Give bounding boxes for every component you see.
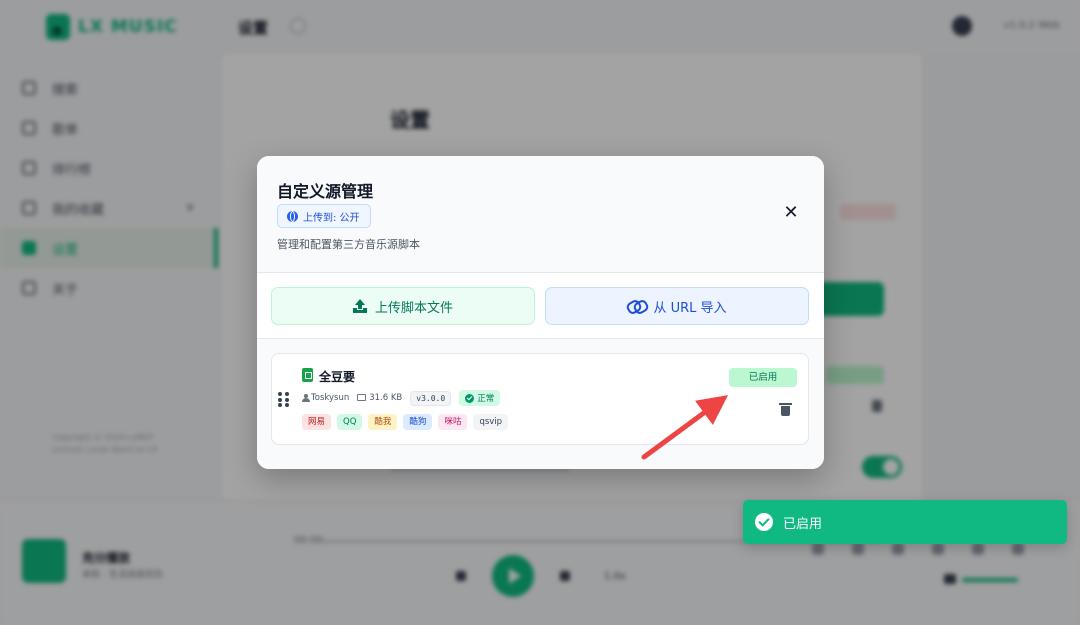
upload-icon bbox=[352, 299, 367, 313]
platform-tag: 酷我 bbox=[368, 414, 398, 430]
upload-script-button[interactable]: 上传脚本文件 bbox=[271, 287, 535, 325]
close-icon[interactable]: ✕ bbox=[782, 204, 800, 222]
size-text: 31.6 KB bbox=[369, 393, 403, 403]
upload-target-badge[interactable]: 上传到: 公开 bbox=[277, 204, 371, 228]
script-file-icon bbox=[302, 368, 313, 382]
check-circle-icon bbox=[465, 393, 475, 403]
toast-message: 已启用 bbox=[783, 516, 823, 532]
import-url-button[interactable]: 从 URL 导入 bbox=[545, 287, 809, 325]
author-text: Toskysun bbox=[311, 393, 350, 403]
link-icon bbox=[627, 300, 645, 312]
platform-tags: 网易 QQ 酷我 酷狗 咪咕 qsvip bbox=[302, 414, 509, 430]
import-actions: 上传脚本文件 从 URL 导入 bbox=[257, 273, 824, 339]
import-url-label: 从 URL 导入 bbox=[653, 300, 727, 316]
success-toast: 已启用 bbox=[743, 500, 1067, 544]
source-size: 31.6 KB bbox=[357, 393, 402, 403]
platform-tag: 网易 bbox=[302, 414, 332, 430]
drag-handle-icon[interactable] bbox=[278, 392, 290, 408]
status-text: 正常 bbox=[477, 394, 495, 404]
annotation-arrow bbox=[641, 395, 729, 460]
version-badge: v3.0.0 bbox=[410, 390, 452, 406]
upload-script-label: 上传脚本文件 bbox=[374, 300, 453, 316]
dialog-title: 自定义源管理 bbox=[277, 182, 374, 201]
source-meta: Toskysun 31.6 KB v3.0.0 正常 bbox=[302, 390, 501, 406]
platform-tag: 咪咕 bbox=[438, 414, 468, 430]
dialog-description: 管理和配置第三方音乐源脚本 bbox=[277, 238, 420, 251]
platform-tag: qsvip bbox=[473, 414, 509, 430]
check-circle-icon bbox=[755, 513, 773, 531]
storage-icon bbox=[357, 394, 367, 401]
source-name: 全豆要 bbox=[319, 370, 356, 384]
user-icon bbox=[302, 393, 310, 402]
globe-icon bbox=[287, 210, 298, 222]
dialog-header: 自定义源管理 上传到: 公开 管理和配置第三方音乐源脚本 ✕ bbox=[257, 156, 824, 273]
upload-target-label: 上传到: 公开 bbox=[303, 212, 360, 224]
source-author: Toskysun bbox=[302, 393, 349, 403]
trash-icon[interactable] bbox=[779, 403, 792, 416]
platform-tag: 酷狗 bbox=[403, 414, 433, 430]
platform-tag: QQ bbox=[337, 414, 363, 430]
status-badge: 正常 bbox=[459, 390, 501, 406]
